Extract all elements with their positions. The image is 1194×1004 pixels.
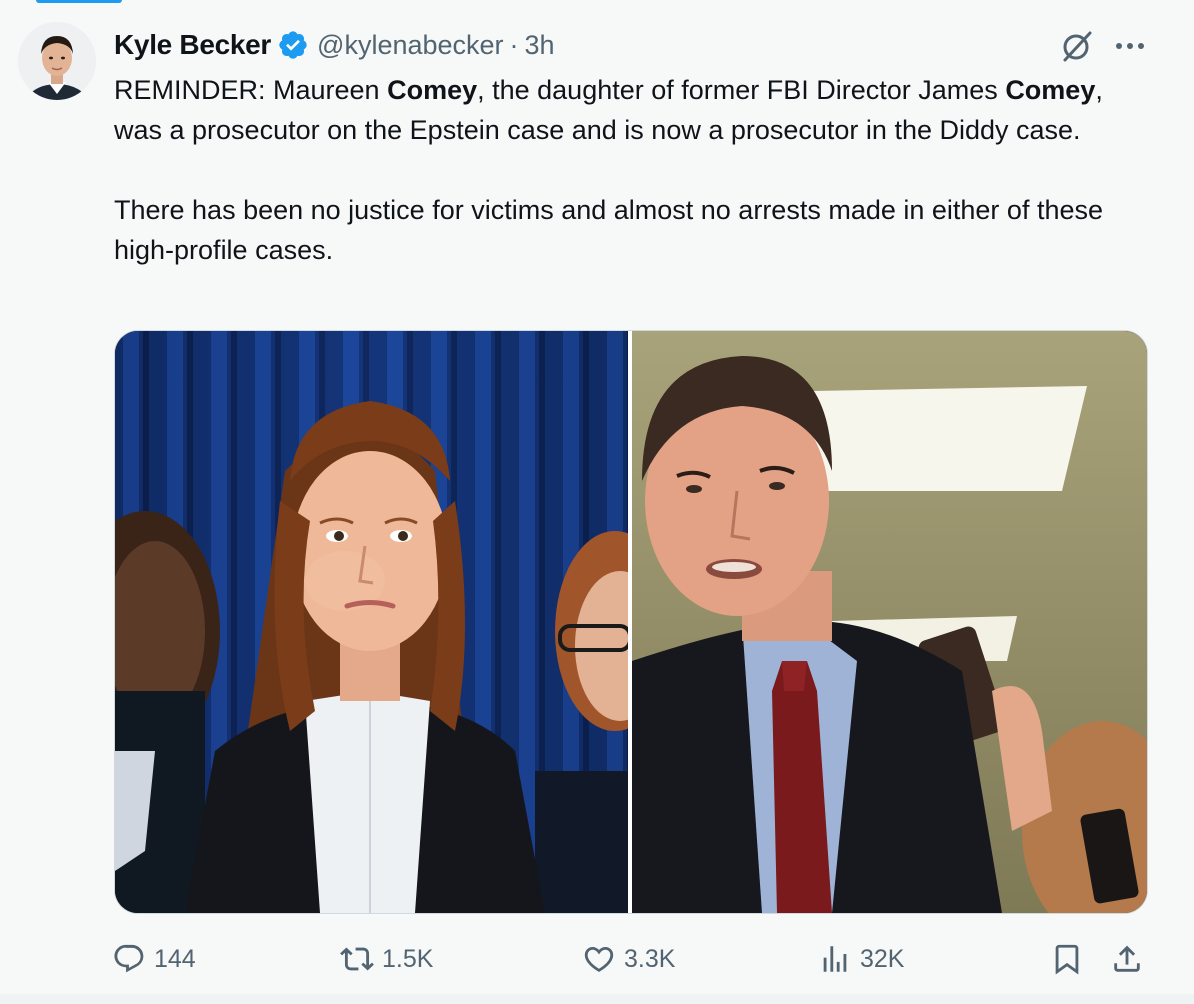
- top-accent-bar: [36, 0, 122, 3]
- like-button[interactable]: 3.3K: [582, 934, 675, 984]
- repost-button[interactable]: 1.5K: [340, 934, 433, 984]
- like-count: 3.3K: [624, 944, 676, 973]
- share-button[interactable]: [1110, 934, 1144, 984]
- verified-badge-icon: [277, 29, 309, 61]
- tweet-text-bold: Comey: [387, 75, 478, 105]
- author-name[interactable]: Kyle Becker: [114, 29, 271, 61]
- views-icon: [818, 942, 852, 976]
- tweet-text-segment: REMINDER: Maureen: [114, 75, 388, 105]
- tweet-paragraph-2: There has been no justice for victims an…: [114, 195, 1103, 265]
- media-photo-left[interactable]: [115, 331, 628, 913]
- heart-icon: [582, 942, 616, 976]
- views-button[interactable]: 32K: [818, 934, 904, 984]
- grok-icon[interactable]: [1056, 26, 1098, 66]
- photo-man-hallway: [632, 331, 1147, 913]
- media-photo-right[interactable]: [632, 331, 1147, 913]
- repost-count: 1.5K: [382, 944, 434, 973]
- reply-button[interactable]: 144: [112, 934, 196, 984]
- bottom-divider: [0, 994, 1194, 1004]
- tweet-actions: 144 1.5K 3.3K 32K: [112, 934, 1152, 984]
- photo-woman-press-conference: [115, 331, 628, 913]
- author-handle[interactable]: @kylenabecker: [317, 30, 504, 61]
- tweet-text-bold: Comey: [1005, 75, 1096, 105]
- tweet-text-segment: , the daughter of former FBI Director Ja…: [477, 75, 1006, 105]
- repost-icon: [340, 942, 374, 976]
- reply-count: 144: [154, 944, 196, 973]
- tweet-paragraph-1: REMINDER: Maureen Comey, the daughter of…: [114, 70, 1154, 150]
- avatar[interactable]: [18, 22, 96, 100]
- tweet-media[interactable]: [114, 330, 1148, 914]
- bookmark-icon: [1050, 942, 1084, 976]
- view-count: 32K: [860, 944, 905, 973]
- reply-icon: [112, 942, 146, 976]
- more-icon[interactable]: [1110, 26, 1150, 66]
- avatar-image: [18, 22, 96, 100]
- share-icon: [1110, 942, 1144, 976]
- tweet-header: Kyle Becker @kylenabecker · 3h: [114, 26, 555, 64]
- bookmark-button[interactable]: [1050, 934, 1084, 984]
- tweet[interactable]: Kyle Becker @kylenabecker · 3h REMINDER:…: [0, 4, 1194, 994]
- tweet-text: REMINDER: Maureen Comey, the daughter of…: [114, 70, 1154, 270]
- separator-dot: ·: [509, 29, 519, 60]
- tweet-time[interactable]: 3h: [525, 30, 555, 61]
